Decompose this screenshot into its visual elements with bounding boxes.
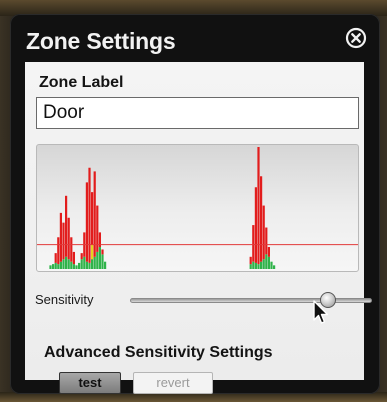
activity-bar-red-20	[101, 249, 104, 255]
activity-bar-green-11	[78, 262, 81, 269]
activity-bar-red-5	[62, 222, 65, 260]
activity-bar-yellow-16	[91, 244, 94, 260]
test-button[interactable]: test	[59, 372, 121, 394]
activity-bar-green-18	[96, 251, 99, 269]
activity-bar-red-29	[267, 247, 270, 257]
activity-bar-red-25	[257, 147, 260, 265]
activity-bar-green-5	[62, 259, 65, 269]
activity-bar-green-4	[59, 261, 62, 269]
activity-bar-green-23	[252, 261, 255, 269]
activity-bar-green-9	[72, 264, 75, 269]
activity-bar-green-13	[83, 256, 86, 269]
activity-bar-red-9	[72, 251, 75, 265]
activity-bar-green-0	[49, 265, 52, 269]
activity-bar-red-7	[67, 217, 70, 260]
activity-bar-green-22	[249, 264, 252, 269]
activity-bar-green-26	[260, 261, 263, 269]
activity-bar-green-14	[85, 261, 88, 269]
activity-bar-green-25	[257, 264, 260, 269]
activity-bar-green-27	[262, 259, 265, 269]
zone-label-heading: Zone Label	[39, 74, 124, 91]
activity-bar-green-16	[91, 259, 94, 269]
activity-bar-red-24	[254, 187, 257, 263]
activity-bar-green-6	[65, 256, 68, 269]
activity-bar-red-8	[70, 237, 73, 262]
advanced-settings-heading: Advanced Sensitivity Settings	[44, 344, 273, 361]
activity-bar-red-23	[252, 225, 255, 262]
revert-button[interactable]: revert	[133, 372, 213, 394]
activity-bar-green-8	[70, 261, 73, 269]
sensitivity-label: Sensitivity	[35, 292, 94, 307]
activity-bar-green-1	[52, 264, 55, 269]
activity-bar-green-10	[75, 265, 78, 269]
activity-bar-green-2	[54, 262, 57, 269]
activity-bar-red-15	[88, 167, 91, 263]
close-circle-icon	[345, 27, 367, 49]
activity-bar-red-2	[54, 253, 57, 263]
close-button[interactable]	[345, 27, 367, 49]
activity-bar-red-27	[262, 205, 265, 260]
sensitivity-slider[interactable]	[130, 292, 372, 308]
activity-bar-green-31	[273, 265, 276, 269]
activity-bar-red-26	[260, 176, 263, 262]
activity-bar-green-24	[254, 262, 257, 269]
activity-bar-green-21	[104, 261, 107, 269]
dialog-title: Zone Settings	[26, 28, 176, 54]
dialog-content: Zone Label Sensitivity Advanced Sensitiv…	[25, 62, 372, 394]
activity-bar-green-28	[265, 254, 268, 269]
activity-bar-red-4	[59, 212, 62, 262]
activity-bar-red-14	[85, 182, 88, 262]
activity-bar-green-15	[88, 262, 91, 269]
activity-chart-svg	[37, 147, 358, 269]
activity-bar-red-6	[65, 195, 68, 257]
zone-settings-dialog: Zone Settings Zone Label Sensitivity Adv…	[10, 14, 380, 394]
mouse-pointer-icon	[313, 300, 329, 324]
activity-bar-green-19	[98, 247, 101, 269]
activity-bar-green-20	[101, 254, 104, 269]
activity-bar-green-29	[267, 256, 270, 269]
activity-bar-red-3	[57, 237, 60, 265]
activity-bar-green-3	[57, 264, 60, 269]
activity-bar-red-12	[80, 253, 83, 260]
activity-bar-green-12	[80, 259, 83, 269]
zone-label-input[interactable]	[36, 97, 359, 129]
activity-bar-red-17	[93, 171, 96, 257]
activity-bar-green-7	[67, 259, 70, 269]
activity-bar-red-22	[249, 256, 252, 265]
activity-bar-green-17	[93, 256, 96, 269]
activity-bar-red-28	[265, 227, 268, 255]
activity-bar-green-30	[270, 261, 273, 269]
activity-chart	[36, 144, 359, 272]
